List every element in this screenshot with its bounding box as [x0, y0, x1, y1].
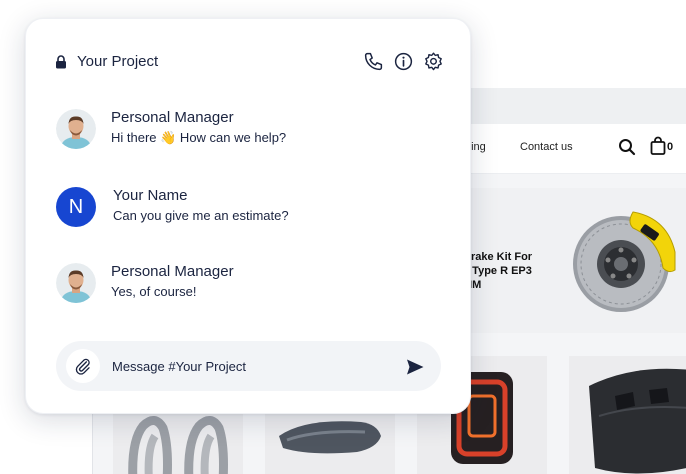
chat-message: Personal Manager Hi there 👋 How can we h…	[56, 109, 446, 155]
hero-title-line: c Type R EP3	[463, 265, 532, 277]
manager-avatar	[56, 109, 96, 149]
message-author: Your Name	[113, 187, 188, 204]
nav-link-contact[interactable]: Contact us	[520, 141, 573, 153]
info-icon[interactable]	[393, 51, 414, 72]
message-author: Personal Manager	[111, 109, 234, 126]
chat-message: N Your Name Can you give me an estimate?	[56, 187, 446, 233]
message-text: Yes, of course!	[111, 284, 197, 299]
send-icon[interactable]	[405, 357, 425, 377]
brake-disc-caliper-image	[573, 211, 676, 312]
hero-title-line: MM	[463, 279, 482, 291]
message-author: Personal Manager	[111, 263, 234, 280]
paperclip-icon	[75, 358, 90, 375]
product-card[interactable]	[569, 356, 686, 474]
cart-count: 0	[667, 141, 674, 153]
chat-widget: Your Project Personal Manager Hi there 👋…	[25, 18, 471, 414]
screen: ping Contact us 0 Brake Kit For c Type R…	[0, 0, 686, 474]
message-text: Can you give me an estimate?	[113, 208, 289, 223]
search-icon[interactable]	[617, 137, 637, 157]
attach-button[interactable]	[66, 349, 100, 383]
carbon-hood-image	[589, 368, 686, 474]
hero-title: Brake Kit For c Type R EP3 MM	[463, 250, 573, 292]
chat-title: Your Project	[77, 53, 159, 70]
manager-avatar	[56, 263, 96, 303]
gear-icon[interactable]	[423, 51, 444, 72]
chat-header: Your Project	[26, 19, 470, 103]
lock-icon	[56, 55, 66, 69]
message-text: Hi there 👋 How can we help?	[111, 130, 287, 145]
message-composer	[56, 341, 441, 391]
chat-message: Personal Manager Yes, of course!	[56, 263, 446, 309]
shopping-bag-icon[interactable]	[649, 136, 667, 156]
message-input[interactable]	[112, 356, 382, 376]
phone-icon[interactable]	[363, 51, 384, 72]
hero-title-line: Brake Kit For	[463, 251, 533, 263]
user-avatar: N	[56, 187, 96, 227]
